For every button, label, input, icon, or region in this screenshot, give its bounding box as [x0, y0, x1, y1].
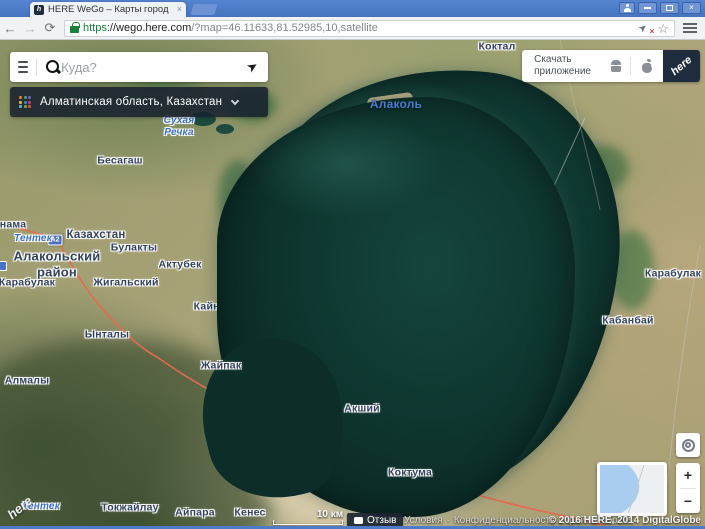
- search-bar: ➤: [10, 52, 268, 82]
- close-button[interactable]: ×: [682, 2, 701, 14]
- road-shield-fragment: [0, 261, 7, 271]
- here-favicon: h: [34, 5, 44, 15]
- geolocation-blocked-icon[interactable]: ➤ ×: [639, 23, 653, 34]
- scale-bar: [273, 520, 343, 525]
- browser-tab[interactable]: h HERE WeGo – Карты город ×: [30, 2, 186, 17]
- terms-link[interactable]: Условия: [404, 515, 443, 526]
- forward-icon[interactable]: →: [20, 21, 40, 36]
- locate-icon: [682, 439, 695, 452]
- bookmark-star-icon[interactable]: ☆: [657, 22, 669, 35]
- minimap-content: [600, 465, 664, 513]
- profile-icon[interactable]: [619, 2, 635, 14]
- search-input[interactable]: [61, 60, 237, 75]
- legal-separator: ·: [447, 515, 450, 526]
- address-bar[interactable]: https ://wego.here.com /?map=46.11633,81…: [64, 20, 675, 37]
- android-icon[interactable]: [609, 60, 622, 72]
- minimize-button[interactable]: [638, 2, 657, 14]
- back-icon[interactable]: ←: [0, 21, 20, 36]
- chevron-down-icon: [231, 96, 239, 104]
- map-canvas[interactable]: А2А2 КокталСухая РечкаБесагашанамаТентек…: [0, 40, 705, 526]
- scale-label: 10 км: [317, 509, 343, 520]
- window-controls: ×: [619, 2, 701, 14]
- region-selector[interactable]: Алматинская область, Казахстан: [10, 87, 268, 117]
- download-app-panel: Скачать приложение here: [522, 50, 700, 82]
- lake-route-line: [467, 118, 585, 440]
- overview-minimap[interactable]: [597, 462, 667, 516]
- directions-icon[interactable]: ➤: [244, 57, 262, 76]
- zoom-out-button[interactable]: −: [676, 489, 700, 514]
- maximize-button[interactable]: [660, 2, 679, 14]
- minimize-icon: [644, 7, 651, 9]
- road-shield: А2: [48, 235, 63, 246]
- search-icon: [46, 60, 55, 75]
- divider: [36, 58, 37, 76]
- apple-icon[interactable]: [641, 60, 653, 73]
- reload-icon[interactable]: ⟳: [40, 20, 60, 36]
- tab-title: HERE WeGo – Карты город: [48, 4, 173, 15]
- apps-grid-icon: [19, 96, 31, 108]
- browser-window: h HERE WeGo – Карты город × × ← → ⟳ http…: [0, 0, 705, 529]
- feedback-button[interactable]: Отзыв: [347, 513, 403, 526]
- copyright-notice: © 2016 HERE, 2014 DigitalGlobe: [549, 515, 701, 526]
- feedback-icon: [354, 517, 363, 524]
- region-label: Алматинская область, Казахстан: [40, 96, 222, 108]
- road-shield: А2: [253, 405, 268, 416]
- url-scheme: https: [83, 22, 107, 34]
- here-logo[interactable]: here: [663, 50, 700, 82]
- zoom-in-button[interactable]: +: [676, 463, 700, 488]
- browser-toolbar: ← → ⟳ https ://wego.here.com /?map=46.11…: [0, 17, 705, 40]
- zoom-controls: + −: [676, 463, 700, 513]
- padlock-icon: [70, 26, 79, 33]
- tab-close-icon[interactable]: ×: [177, 5, 182, 14]
- download-label: Скачать приложение: [522, 54, 601, 78]
- browser-menu-icon[interactable]: [683, 23, 697, 33]
- menu-hamburger-icon[interactable]: [18, 61, 28, 73]
- url-path: /?map=46.11633,81.52985,10,satellite: [191, 22, 635, 34]
- browser-titlebar: h HERE WeGo – Карты город × ×: [0, 0, 705, 17]
- divider: [630, 57, 631, 75]
- url-domain: ://wego.here.com: [107, 22, 191, 34]
- new-tab-button[interactable]: [190, 4, 218, 15]
- highway-a2: [0, 222, 605, 526]
- locate-button[interactable]: [676, 433, 700, 457]
- maximize-icon: [666, 5, 673, 11]
